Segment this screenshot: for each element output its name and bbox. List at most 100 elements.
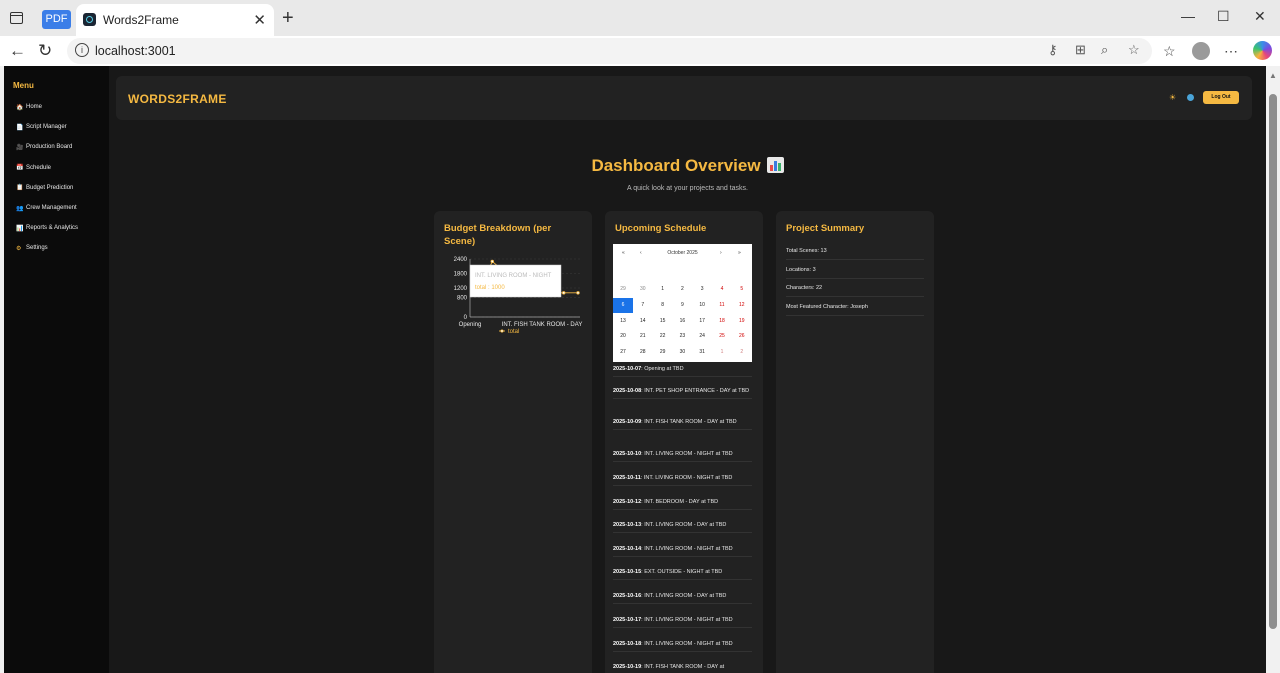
calendar-day[interactable]: 1 [712,345,732,360]
new-tab-icon[interactable]: + [282,7,294,30]
favorites-icon[interactable]: ☆ [1163,43,1176,60]
summary-item: Most Featured Character: Joseph [786,304,924,316]
calendar-day[interactable]: 14 [633,314,653,329]
calendar-day[interactable]: 13 [613,314,633,329]
calendar-day[interactable]: 24 [692,329,712,344]
zoom-icon[interactable]: ⌕ [1101,42,1108,58]
schedule-item-text: : INT. LIVING ROOM - NIGHT at TBD [641,451,733,457]
refresh-icon[interactable]: ↻ [38,41,52,61]
calendar-day[interactable]: 26 [732,329,752,344]
schedule-item-text: : INT. LIVING ROOM - NIGHT at TBD [641,617,733,623]
globe-icon[interactable] [1187,94,1194,101]
sidebar-item-production-board[interactable]: 🎥 Production Board [16,141,72,153]
calendar-day[interactable]: 30 [633,282,653,297]
sidebar-item-budget-prediction[interactable]: 📋 Budget Prediction [16,182,73,194]
key-icon[interactable]: ⚷ [1048,42,1058,58]
sun-icon[interactable]: ☀ [1169,93,1176,102]
sidebar-item-label: Reports & Analytics [26,225,79,232]
main-content: WORDS2FRAME ☀ Log Out Dashboard Overview… [109,66,1266,673]
top-header: WORDS2FRAME ☀ Log Out [116,76,1252,120]
calendar-day[interactable]: 8 [653,298,673,313]
minimize-icon[interactable]: — [1181,8,1195,24]
page-scrollbar[interactable]: ▲ [1266,66,1280,673]
sidebar-item-reports-analytics[interactable]: 📊 Reports & Analytics [16,222,78,234]
calendar-day-today[interactable]: 6 [613,297,633,313]
schedule-item-text: : INT. LIVING ROOM - DAY at TBD [641,522,727,528]
sidebar-item-home[interactable]: 🏠 Home [16,101,42,113]
profile-avatar-icon[interactable] [1192,42,1210,60]
calendar-day[interactable]: 30 [672,345,692,360]
sidebar-item-script-manager[interactable]: 📄 Script Manager [16,121,67,133]
scroll-up-icon[interactable]: ▲ [1269,71,1277,80]
close-window-icon[interactable]: ✕ [1254,8,1266,25]
calendar-day[interactable]: 12 [732,298,752,313]
calendar-day[interactable]: 25 [712,329,732,344]
sidebar-item-settings[interactable]: ⚙ Settings [16,242,48,254]
active-tab[interactable]: Words2Frame ✕ [76,4,274,36]
calendar-month-label[interactable]: October 2025 [613,250,752,256]
calendar-day[interactable]: 15 [653,314,673,329]
calendar-day[interactable]: 21 [633,329,653,344]
calendar-day[interactable]: 22 [653,329,673,344]
window-menu-icon[interactable] [10,12,23,24]
calendar-day[interactable]: 27 [613,345,633,360]
calendar-day[interactable]: 23 [672,329,692,344]
sidebar-item-crew-management[interactable]: 👥 Crew Management [16,202,77,214]
page-viewport: Menu 🏠 Home 📄 Script Manager 🎥 Production Boa… [4,66,1266,673]
calendar-day[interactable]: 28 [633,345,653,360]
schedule-item-date: 2025-10-15 [613,569,642,575]
site-info-icon[interactable]: i [75,43,89,57]
calendar-day[interactable]: 9 [672,298,692,313]
calendar-day[interactable]: 1 [653,282,673,297]
schedule-item: 2025-10-19: INT. FISH TANK ROOM - DAY at [613,664,752,673]
schedule-item-date: 2025-10-16 [613,593,642,599]
apps-icon[interactable]: ⊞ [1075,42,1086,58]
calendar-day[interactable]: 3 [692,282,712,297]
x-tick-label: INT. FISH TANK ROOM - DAY [502,322,583,328]
y-tick-label: 1200 [454,286,468,292]
calendar-day[interactable]: 18 [712,314,732,329]
budget-chart: 0 800 1200 1800 2400 Opening INT. FISH TANK RO… [442,255,587,345]
sidebar-item-label: Schedule [26,164,52,171]
logout-button[interactable]: Log Out [1203,91,1239,104]
copilot-icon[interactable] [1253,41,1272,60]
favorite-star-icon[interactable]: ☆ [1128,42,1140,58]
schedule-item: 2025-10-13: INT. LIVING ROOM - DAY at TB… [613,522,752,533]
close-tab-icon[interactable]: ✕ [253,11,266,29]
home-icon: 🏠 [16,104,24,111]
calendar-day[interactable]: 2 [672,282,692,297]
budget-line-chart[interactable]: 0 800 1200 1800 2400 Opening INT. FISH TANK RO… [442,255,587,345]
calendar-day[interactable]: 4 [712,282,732,297]
pdf-tab[interactable]: PDF [42,10,71,29]
sidebar-item-schedule[interactable]: 📅 Schedule [16,162,51,174]
calendar-day[interactable]: 31 [692,345,712,360]
calendar-day[interactable]: 16 [672,314,692,329]
calendar-day[interactable]: 29 [613,282,633,297]
schedule-item: 2025-10-14: INT. LIVING ROOM - NIGHT at … [613,546,752,557]
calendar-next-month-icon[interactable]: › [720,250,722,256]
more-icon[interactable]: ⋯ [1224,43,1238,60]
url-box[interactable]: i localhost:3001 [67,38,1152,64]
calendar-day[interactable]: 2 [732,345,752,360]
calendar-day[interactable]: 20 [613,329,633,344]
schedule-card: Upcoming Schedule « ‹ October 2025 › » 2… [605,211,763,673]
x-tick-label: Opening [459,322,482,328]
calendar-day[interactable]: 10 [692,298,712,313]
schedule-item: 2025-10-11: INT. LIVING ROOM - NIGHT at … [613,475,752,486]
calendar-next-year-icon[interactable]: » [738,250,741,256]
back-icon[interactable]: ← [9,41,26,61]
menu-title: Menu [13,81,34,90]
sidebar-item-label: Script Manager [26,124,67,131]
calendar-day[interactable]: 17 [692,314,712,329]
calendar-day[interactable]: 19 [732,314,752,329]
calendar-day[interactable]: 7 [633,298,653,313]
schedule-item-date: 2025-10-08 [613,388,642,394]
calendar-day[interactable]: 11 [712,298,732,313]
calendar-day[interactable]: 5 [732,282,752,297]
tab-title: Words2Frame [103,13,179,27]
scroll-thumb[interactable] [1269,94,1277,629]
calendar-day[interactable]: 29 [653,345,673,360]
sidebar-item-label: Settings [26,245,48,252]
maximize-icon[interactable]: ☐ [1217,8,1230,25]
summary-item: Characters: 22 [786,285,924,297]
